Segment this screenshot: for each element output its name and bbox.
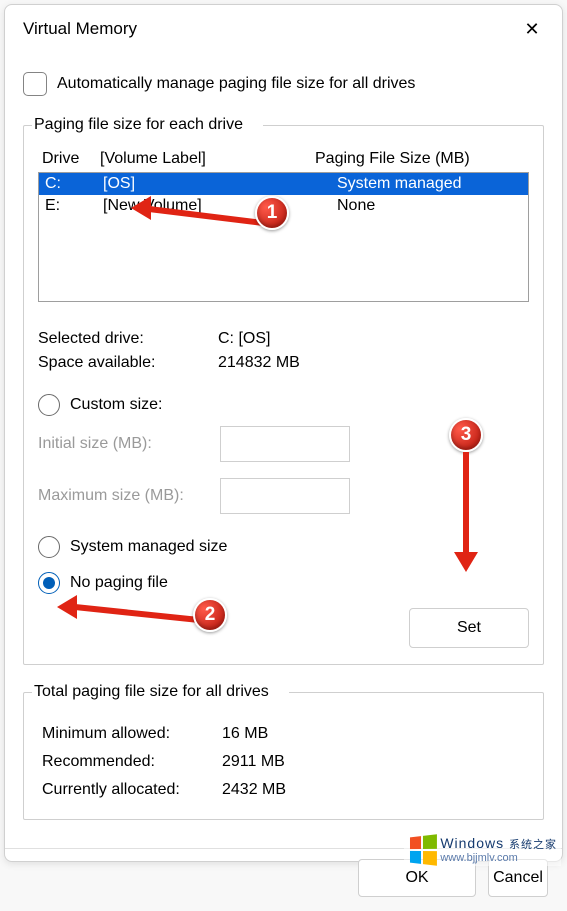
- initial-size-label: Initial size (MB):: [38, 435, 220, 453]
- auto-manage-checkbox[interactable]: Automatically manage paging file size fo…: [23, 72, 544, 96]
- close-button[interactable]: ✕: [518, 15, 546, 43]
- recommended-label: Recommended:: [42, 753, 222, 771]
- initial-size-input[interactable]: [220, 426, 350, 462]
- radio-custom-size[interactable]: Custom size:: [38, 394, 529, 416]
- selected-drive-info: Selected drive: C: [OS] Space available:…: [38, 330, 529, 372]
- windows-logo-icon: [410, 834, 437, 865]
- watermark-url: www.bjjmlv.com: [440, 852, 557, 864]
- radio-system-managed[interactable]: System managed size: [38, 536, 529, 558]
- drive-volume: [OS]: [103, 175, 337, 193]
- watermark-brand: Windows: [440, 835, 504, 851]
- total-paging-legend: Total paging file size for all drives: [32, 683, 289, 701]
- radio-none-label: No paging file: [70, 574, 168, 592]
- radio-icon: [38, 536, 60, 558]
- custom-size-inputs: Initial size (MB): Maximum size (MB):: [38, 426, 529, 514]
- drive-paging-size: System managed: [337, 175, 522, 193]
- selected-drive-value: C: [OS]: [218, 330, 529, 348]
- radio-icon: [38, 572, 60, 594]
- radio-icon: [38, 394, 60, 416]
- checkbox-icon: [23, 72, 47, 96]
- maximum-size-label: Maximum size (MB):: [38, 487, 220, 505]
- virtual-memory-dialog: Virtual Memory ✕ Automatically manage pa…: [4, 4, 563, 862]
- watermark-text: Windows 系统之家 www.bjjmlv.com: [440, 836, 557, 863]
- space-available-label: Space available:: [38, 354, 218, 372]
- total-paging-group: Total paging file size for all drives Mi…: [23, 683, 544, 820]
- totals-grid: Minimum allowed: 16 MB Recommended: 2911…: [38, 715, 529, 803]
- set-button[interactable]: Set: [409, 608, 529, 648]
- auto-manage-label: Automatically manage paging file size fo…: [57, 75, 415, 93]
- dialog-content: Automatically manage paging file size fo…: [5, 50, 562, 848]
- drive-list-header: Drive [Volume Label] Paging File Size (M…: [38, 148, 529, 172]
- watermark: Windows 系统之家 www.bjjmlv.com: [404, 834, 561, 866]
- space-available-value: 214832 MB: [218, 354, 529, 372]
- paging-per-drive-group: Paging file size for each drive Drive [V…: [23, 116, 544, 665]
- drive-list[interactable]: C: [OS] System managed E: [New Volume] N…: [38, 172, 529, 302]
- radio-no-paging-file[interactable]: No paging file: [38, 572, 529, 594]
- window-title: Virtual Memory: [23, 19, 137, 39]
- selected-drive-label: Selected drive:: [38, 330, 218, 348]
- radio-system-label: System managed size: [70, 538, 227, 556]
- drive-row[interactable]: C: [OS] System managed: [39, 173, 528, 195]
- drive-paging-size: None: [337, 197, 522, 215]
- radio-custom-label: Custom size:: [70, 396, 162, 414]
- drive-volume: [New Volume]: [103, 197, 337, 215]
- paging-per-drive-legend: Paging file size for each drive: [32, 116, 263, 134]
- watermark-tag: 系统之家: [509, 839, 557, 851]
- drive-row[interactable]: E: [New Volume] None: [39, 195, 528, 217]
- minimum-allowed-value: 16 MB: [222, 725, 525, 743]
- currently-allocated-value: 2432 MB: [222, 781, 525, 799]
- minimum-allowed-label: Minimum allowed:: [42, 725, 222, 743]
- currently-allocated-label: Currently allocated:: [42, 781, 222, 799]
- drive-letter: C:: [45, 175, 103, 193]
- maximum-size-input[interactable]: [220, 478, 350, 514]
- titlebar: Virtual Memory ✕: [5, 5, 562, 50]
- header-volume-label: [Volume Label]: [100, 150, 315, 168]
- drive-letter: E:: [45, 197, 103, 215]
- recommended-value: 2911 MB: [222, 753, 525, 771]
- header-drive: Drive: [42, 150, 100, 168]
- header-paging-size: Paging File Size (MB): [315, 150, 525, 168]
- close-icon: ✕: [524, 19, 539, 40]
